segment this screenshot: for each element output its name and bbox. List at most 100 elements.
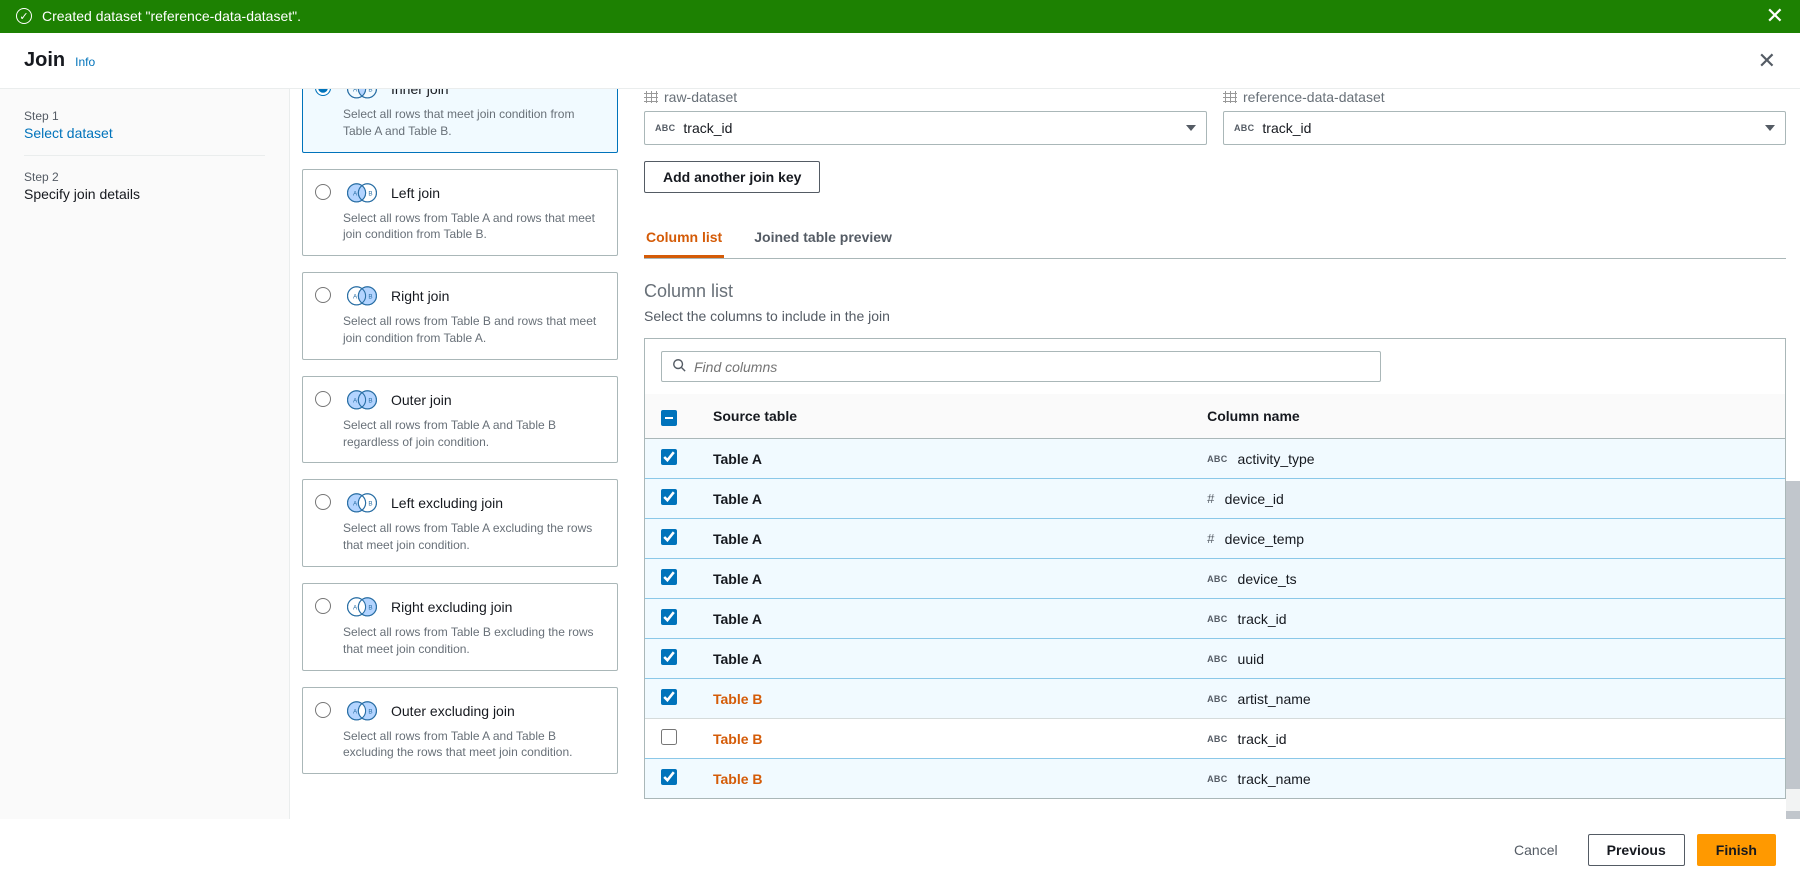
join-type-left-join[interactable]: A B Left join Select all rows from Table… xyxy=(302,169,618,257)
column-search-input[interactable] xyxy=(661,351,1381,382)
column-checkbox[interactable] xyxy=(661,729,677,745)
svg-text:B: B xyxy=(368,397,372,404)
join-type-radio[interactable] xyxy=(315,391,331,407)
column-row: Table A #device_temp xyxy=(645,519,1785,559)
left-dataset-name: raw-dataset xyxy=(664,89,737,105)
step-2: Step 2 Specify join details xyxy=(24,170,265,216)
svg-text:B: B xyxy=(368,294,372,301)
column-checkbox[interactable] xyxy=(661,609,677,625)
column-search-field[interactable] xyxy=(694,359,1370,375)
select-all-checkbox[interactable] xyxy=(661,410,677,426)
step-1-number: Step 1 xyxy=(24,109,265,123)
join-type-label: Inner join xyxy=(391,89,449,97)
column-checkbox[interactable] xyxy=(661,449,677,465)
column-name: track_id xyxy=(1238,611,1287,627)
column-checkbox[interactable] xyxy=(661,569,677,585)
join-type-label: Left excluding join xyxy=(391,495,503,511)
svg-text:B: B xyxy=(368,501,372,508)
column-checkbox[interactable] xyxy=(661,769,677,785)
join-type-inner-join[interactable]: A B Inner join Select all rows that meet… xyxy=(302,89,618,153)
right-dataset-col: reference-data-dataset ABC track_id xyxy=(1223,89,1786,145)
right-join-key-select[interactable]: ABC track_id xyxy=(1223,111,1786,145)
column-name: track_name xyxy=(1238,771,1311,787)
left-join-key-value: track_id xyxy=(683,120,732,136)
join-type-radio[interactable] xyxy=(315,89,331,96)
join-type-outer-excluding-join[interactable]: A B Outer excluding join Select all rows… xyxy=(302,687,618,775)
tab-column-list[interactable]: Column list xyxy=(644,219,724,258)
source-table-label: Table A xyxy=(713,611,762,627)
source-table-label: Table B xyxy=(713,731,763,747)
scrollbar-thumb[interactable] xyxy=(1786,481,1800,789)
page-title: Join xyxy=(24,49,65,72)
column-checkbox[interactable] xyxy=(661,529,677,545)
tab-joined-preview[interactable]: Joined table preview xyxy=(752,219,894,258)
column-name: device_ts xyxy=(1238,571,1297,587)
step-2-number: Step 2 xyxy=(24,170,265,184)
result-tabs: Column list Joined table preview xyxy=(644,219,1786,259)
join-type-right-join[interactable]: A B Right join Select all rows from Tabl… xyxy=(302,272,618,360)
join-type-radio[interactable] xyxy=(315,287,331,303)
column-type-icon: # xyxy=(1207,531,1215,546)
join-type-desc: Select all rows from Table B and rows th… xyxy=(343,313,605,347)
column-type-icon: ABC xyxy=(1207,574,1227,584)
column-checkbox[interactable] xyxy=(661,489,677,505)
source-table-label: Table A xyxy=(713,451,762,467)
finish-button[interactable]: Finish xyxy=(1697,834,1776,866)
source-table-label: Table A xyxy=(713,651,762,667)
join-type-outer-join[interactable]: A B Outer join Select all rows from Tabl… xyxy=(302,376,618,464)
column-row: Table A ABC track_id xyxy=(645,599,1785,639)
join-config-panel: raw-dataset ABC track_id reference-data-… xyxy=(630,89,1800,819)
join-type-radio[interactable] xyxy=(315,494,331,510)
venn-oex-icon: A B xyxy=(343,700,381,722)
column-type-icon: ABC xyxy=(1207,774,1227,784)
join-type-right-excluding-join[interactable]: A B Right excluding join Select all rows… xyxy=(302,583,618,671)
left-dataset-col: raw-dataset ABC track_id xyxy=(644,89,1207,145)
page-header: Join Info ✕ xyxy=(0,33,1800,89)
modal-close-button[interactable]: ✕ xyxy=(1758,50,1776,72)
right-dataset-name: reference-data-dataset xyxy=(1243,89,1385,105)
svg-text:A: A xyxy=(353,605,358,612)
source-table-label: Table A xyxy=(713,491,762,507)
join-type-radio[interactable] xyxy=(315,598,331,614)
cancel-button[interactable]: Cancel xyxy=(1496,834,1576,866)
join-type-label: Right join xyxy=(391,288,449,304)
svg-text:B: B xyxy=(368,89,372,94)
add-join-key-button[interactable]: Add another join key xyxy=(644,161,820,193)
step-2-title: Specify join details xyxy=(24,186,265,202)
type-tag-abc: ABC xyxy=(655,123,675,133)
column-row: Table A ABCactivity_type xyxy=(645,439,1785,479)
venn-lex-icon: A B xyxy=(343,492,381,514)
join-type-desc: Select all rows from Table A and Table B… xyxy=(343,728,605,762)
header-column: Column name xyxy=(1191,394,1785,439)
previous-button[interactable]: Previous xyxy=(1588,834,1685,866)
join-type-label: Left join xyxy=(391,185,440,201)
scrollbar-arrow-down-icon[interactable] xyxy=(1786,811,1800,819)
column-row: Table B ABCartist_name xyxy=(645,679,1785,719)
info-link[interactable]: Info xyxy=(75,55,95,69)
left-join-key-select[interactable]: ABC track_id xyxy=(644,111,1207,145)
venn-rex-icon: A B xyxy=(343,596,381,618)
join-type-radio[interactable] xyxy=(315,184,331,200)
join-type-label: Right excluding join xyxy=(391,599,512,615)
wizard-footer: Cancel Previous Finish xyxy=(0,819,1800,880)
search-icon xyxy=(672,358,686,375)
column-checkbox[interactable] xyxy=(661,649,677,665)
check-circle-icon: ✓ xyxy=(16,8,32,24)
header-source: Source table xyxy=(697,394,1191,439)
column-name: artist_name xyxy=(1238,691,1311,707)
venn-right-icon: A B xyxy=(343,285,381,307)
venn-inner-icon: A B xyxy=(343,89,381,100)
svg-text:B: B xyxy=(368,190,372,197)
scrollbar-track[interactable] xyxy=(1786,481,1800,819)
column-type-icon: ABC xyxy=(1207,614,1227,624)
join-type-radio[interactable] xyxy=(315,702,331,718)
source-table-label: Table B xyxy=(713,691,763,707)
step-1[interactable]: Step 1 Select dataset xyxy=(24,109,265,156)
join-type-label: Outer join xyxy=(391,392,452,408)
column-name: activity_type xyxy=(1238,451,1315,467)
column-row: Table A #device_id xyxy=(645,479,1785,519)
banner-close-button[interactable]: ✕ xyxy=(1766,5,1784,27)
join-type-desc: Select all rows that meet join condition… xyxy=(343,106,605,140)
join-type-left-excluding-join[interactable]: A B Left excluding join Select all rows … xyxy=(302,479,618,567)
column-checkbox[interactable] xyxy=(661,689,677,705)
